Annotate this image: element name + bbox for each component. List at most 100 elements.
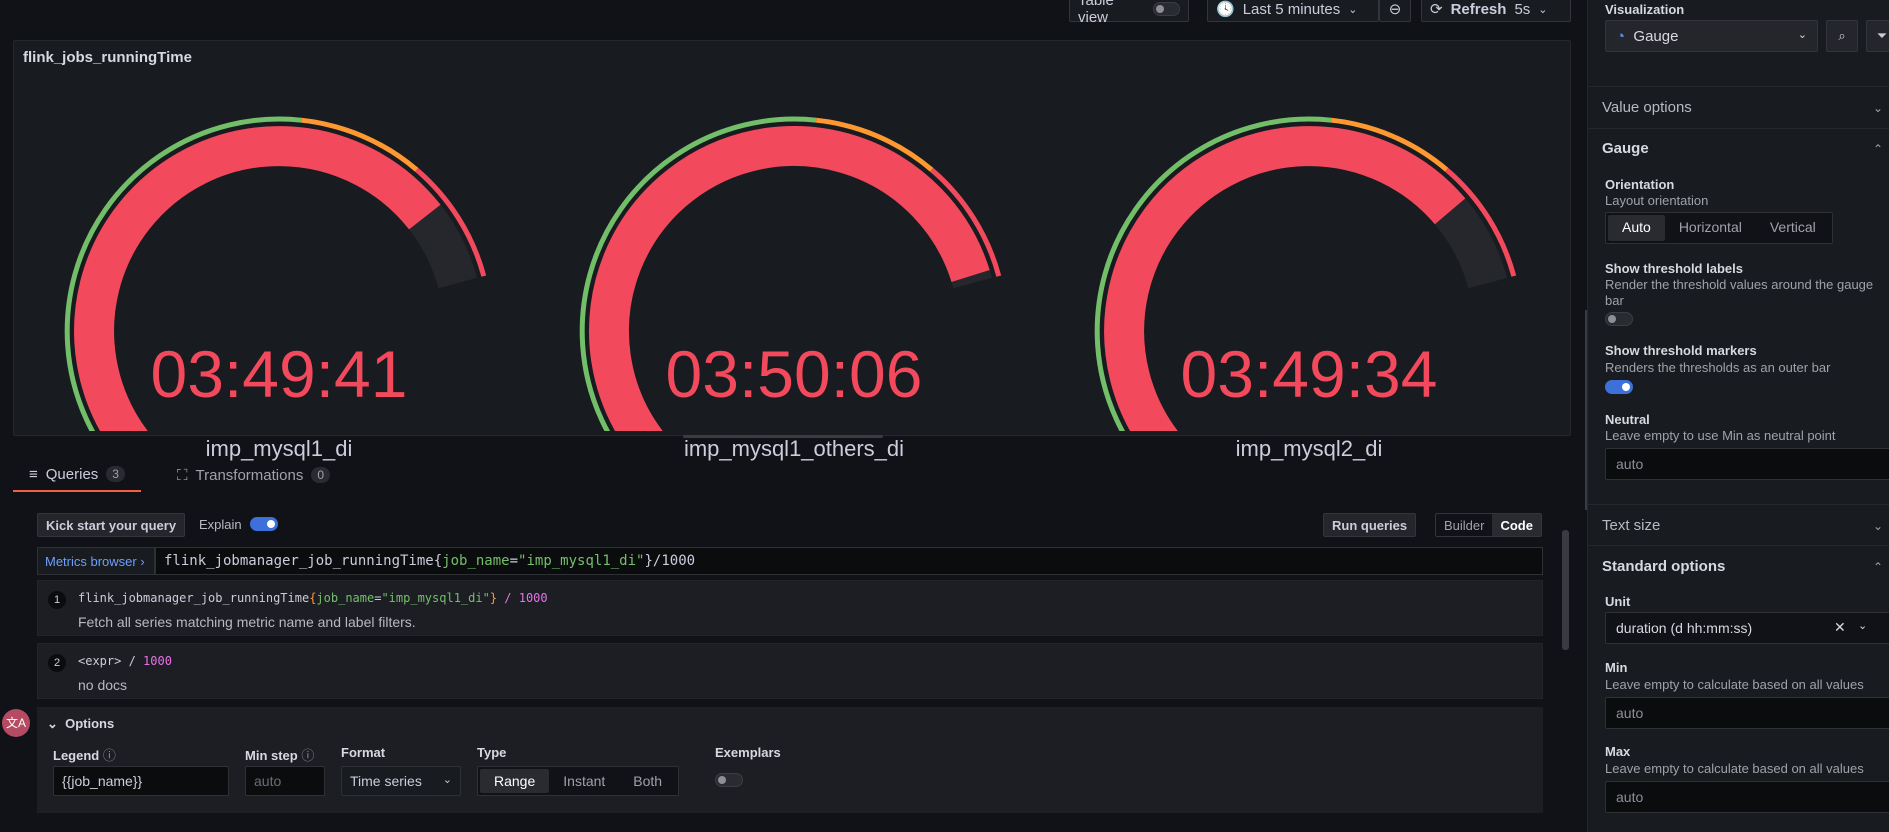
gauge-value: 03:50:06 (665, 337, 923, 411)
type-segmented: Range Instant Both (477, 766, 680, 796)
format-select[interactable]: Time series ⌄ (341, 766, 461, 796)
query-tabs: ≡ Queries 3 ⛶ Transformations 0 (13, 458, 346, 492)
database-icon: ≡ (29, 465, 38, 483)
type-range[interactable]: Range (480, 769, 550, 793)
gauge-1: 03:49:41 imp_mysql1_di (39, 91, 519, 461)
table-view-label: Table view (1078, 0, 1114, 26)
expr-suffix: /1000 (652, 553, 696, 569)
legend-label-text: Legend (53, 748, 100, 763)
format-label: Format (341, 745, 386, 760)
refresh-icon: ⟳ (1430, 1, 1443, 18)
options-toggle[interactable]: ⌄ Options (47, 716, 114, 732)
max-input[interactable]: auto (1605, 781, 1889, 813)
suggestion-code: <expr> / 1000 (78, 654, 172, 668)
tab-transformations[interactable]: ⛶ Transformations 0 (161, 458, 346, 492)
zoom-out-button[interactable]: ⊖ (1379, 0, 1411, 22)
filter-icon: ⏷ (1876, 28, 1888, 43)
suggestion-label-key: job_name (316, 591, 375, 605)
section-divider (1588, 504, 1889, 505)
time-range-label: Last 5 minutes (1242, 0, 1341, 18)
query-code-input[interactable]: flink_jobmanager_job_runningTime{job_nam… (155, 547, 1543, 575)
max-label: Max (1605, 744, 1631, 759)
explain-toggle[interactable] (250, 517, 278, 531)
orientation-vertical[interactable]: Vertical (1756, 215, 1830, 241)
suggestion-number: 1 (48, 591, 66, 609)
threshold-labels-toggle[interactable] (1605, 312, 1633, 326)
gauge-panel[interactable]: flink_jobs_runningTime 03:49:41 imp_mysq… (13, 40, 1571, 461)
tab-count: 3 (106, 466, 125, 482)
chevron-up-icon: ⌃ (1872, 142, 1883, 156)
clear-icon[interactable]: ✕ (1834, 619, 1846, 636)
value-options-header[interactable]: Value options (1602, 99, 1692, 116)
gauge-icon: ◔ (1616, 28, 1626, 45)
exemplars-toggle[interactable] (715, 773, 743, 787)
translate-icon[interactable]: 文A (2, 709, 30, 737)
visualization-value: Gauge (1633, 28, 1679, 45)
search-options-button[interactable]: ⌕ (1826, 20, 1858, 52)
chevron-down-icon: ⌄ (1858, 620, 1868, 632)
standard-options-header[interactable]: Standard options (1602, 558, 1725, 575)
min-input[interactable]: auto (1605, 697, 1889, 729)
zoom-out-icon: ⊖ (1388, 1, 1402, 18)
section-divider (1588, 86, 1889, 87)
type-both[interactable]: Both (619, 769, 676, 793)
type-instant[interactable]: Instant (549, 769, 619, 793)
legend-label: Legend ⓘ (53, 745, 116, 764)
max-desc: Leave empty to calculate based on all va… (1605, 761, 1864, 776)
chevron-down-icon: ⌄ (1348, 3, 1358, 16)
suggestion-doc: no docs (78, 677, 128, 693)
suggestion-item[interactable]: 2 <expr> / 1000 no docs (37, 643, 1543, 699)
suggestion-code: flink_jobmanager_job_runningTime{job_nam… (78, 591, 548, 605)
visualization-picker[interactable]: ◔ Gauge ⌄ (1605, 20, 1818, 52)
minstep-label: Min step ⓘ (245, 745, 314, 764)
orientation-segmented: Auto Horizontal Vertical (1605, 212, 1833, 244)
query-scrollbar[interactable] (1562, 530, 1569, 650)
neutral-input[interactable]: auto (1605, 448, 1889, 480)
orientation-desc: Layout orientation (1605, 193, 1709, 208)
query-options: ⌄ Options Legend ⓘ {{job_name}} Min step… (37, 707, 1543, 813)
expr-label-key: job_name (442, 553, 510, 569)
table-view-switch[interactable] (1153, 2, 1180, 16)
top-toolbar: Table view 🕓 Last 5 minutes ⌄ ⊖ ⟳ Refres… (0, 0, 1580, 26)
gauge-label: imp_mysql1_others_di (683, 436, 905, 461)
tab-queries[interactable]: ≡ Queries 3 (13, 458, 141, 492)
metrics-browser-button[interactable]: Metrics browser › (37, 547, 155, 575)
gauge-value: 03:49:41 (150, 337, 408, 411)
refresh-label: Refresh (1450, 0, 1507, 18)
orientation-horizontal[interactable]: Horizontal (1665, 215, 1756, 241)
kick-start-button[interactable]: Kick start your query (37, 513, 186, 537)
orientation-auto[interactable]: Auto (1608, 215, 1665, 241)
threshold-markers-desc: Renders the thresholds as an outer bar (1605, 360, 1831, 375)
neutral-desc: Leave empty to use Min as neutral point (1605, 428, 1836, 443)
suggestion-n: 1000 (143, 654, 172, 668)
gauge-value: 03:49:34 (1180, 337, 1438, 411)
builder-mode-button[interactable]: Builder (1436, 514, 1492, 536)
min-label: Min (1605, 660, 1628, 675)
info-icon: ⓘ (301, 748, 315, 763)
search-icon: ⌕ (1838, 28, 1846, 43)
time-range-picker[interactable]: 🕓 Last 5 minutes ⌄ (1207, 0, 1379, 22)
unit-select[interactable]: duration (d hh:mm:ss) ✕ ⌄ (1605, 612, 1889, 644)
section-divider (1588, 128, 1889, 129)
expr-label-value: "imp_mysql1_di" (518, 553, 645, 569)
gauge-section-header[interactable]: Gauge (1602, 140, 1649, 157)
suggestion-item[interactable]: 1 flink_jobmanager_job_runningTime{job_n… (37, 580, 1543, 636)
table-view-toggle[interactable]: Table view (1069, 0, 1189, 26)
run-queries-button[interactable]: Run queries (1323, 513, 1417, 537)
legend-input[interactable]: {{job_name}} (53, 766, 229, 796)
minstep-input[interactable]: auto (245, 766, 325, 796)
format-value: Time series (350, 773, 422, 789)
chevron-down-icon: ⌄ (1797, 29, 1807, 41)
exemplars-label: Exemplars (715, 745, 781, 760)
suggestion-doc: Fetch all series matching metric name an… (78, 614, 416, 630)
filter-options-button[interactable]: ⏷ (1866, 20, 1889, 52)
text-size-header[interactable]: Text size (1602, 517, 1660, 534)
threshold-markers-toggle[interactable] (1605, 380, 1633, 394)
refresh-picker[interactable]: ⟳ Refresh 5s ⌄ (1421, 0, 1571, 22)
threshold-labels-label: Show threshold labels (1605, 261, 1743, 276)
threshold-markers-label: Show threshold markers (1605, 343, 1757, 358)
options-pane: Visualization ◔ Gauge ⌄ ⌕ ⏷ Value options… (1587, 0, 1889, 832)
panel-resize-handle[interactable] (683, 435, 883, 438)
explain-label: Explain (199, 517, 242, 532)
code-mode-button[interactable]: Code (1492, 514, 1541, 536)
